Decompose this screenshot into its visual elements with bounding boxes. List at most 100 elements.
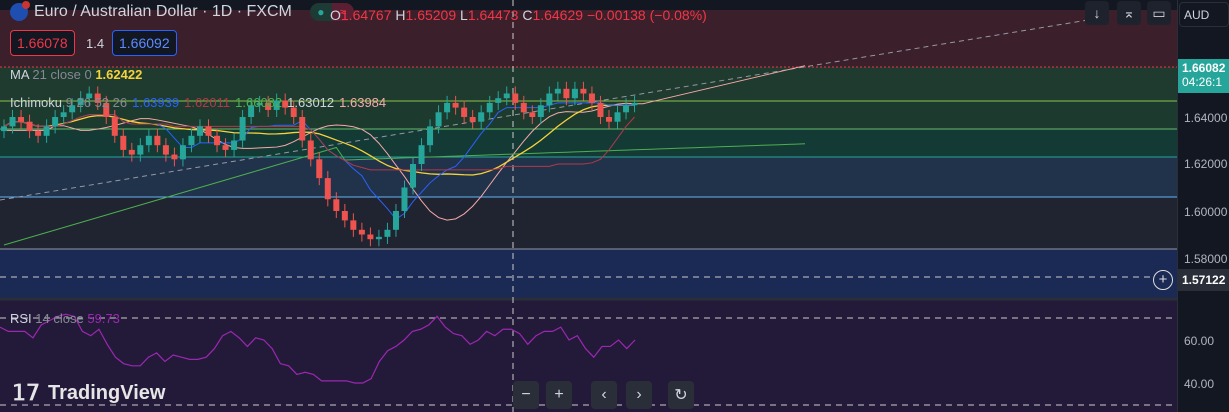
candle-body: [588, 93, 595, 103]
candle-body: [188, 135, 195, 146]
candle-body: [307, 140, 314, 160]
candle-body: [43, 126, 50, 136]
candle-body: [623, 105, 630, 113]
candle-body: [171, 154, 178, 160]
candle-body: [384, 229, 391, 237]
bar-countdown: 04:26:1: [1182, 75, 1223, 89]
ichimoku-legend[interactable]: Ichimoku 9 26 52 26 1.63939 1.62011 1.66082…: [10, 95, 386, 110]
ohlc-key: C: [522, 7, 533, 23]
reset-chart-button[interactable]: ↻: [668, 381, 694, 409]
candle-body: [546, 93, 553, 106]
candle-body: [367, 234, 374, 240]
ma-value: 1.62422: [95, 67, 143, 82]
zoom-out-button[interactable]: −: [513, 381, 539, 409]
candle-body: [145, 135, 152, 146]
ichimoku-value: 1.66082: [235, 95, 283, 110]
candle-body: [341, 211, 348, 221]
crosshair-price-label: 1.57122: [1178, 269, 1229, 291]
candle-body: [18, 117, 25, 122]
candle-body: [410, 164, 417, 188]
candle-body: [418, 145, 425, 164]
candle-body: [333, 199, 340, 211]
candle-body: [120, 135, 127, 150]
zone-band: [0, 249, 1177, 298]
rsi-value: 59.73: [87, 311, 120, 326]
ichimoku-value: 1.63984: [339, 95, 387, 110]
ohlc-values: O1.64767 H1.65209 L1.64473 C1.64629 −0.0…: [330, 7, 707, 23]
ohlc-key: H: [395, 7, 406, 23]
collapse-button[interactable]: ⌅: [1117, 1, 1141, 25]
scroll-down-button[interactable]: ↓: [1085, 1, 1109, 25]
ohlc-key: L: [460, 7, 468, 23]
ichimoku-value: 1.63939: [132, 95, 180, 110]
ichimoku-value: 1.62011: [184, 95, 231, 110]
last-price-label: 1.66082 04:26:1: [1178, 59, 1229, 93]
rsi-name: RSI: [10, 311, 32, 326]
ohlc-value: 1.64629: [532, 7, 584, 23]
candle-body: [375, 236, 382, 240]
price-tick: 1.60000: [1184, 205, 1228, 219]
candle-body: [537, 105, 544, 117]
ichimoku-params: 9 26 52 26: [65, 95, 128, 110]
zone-band: [0, 197, 1177, 249]
candle-body: [60, 112, 67, 117]
zoom-in-button[interactable]: +: [546, 381, 572, 409]
symbol-name: Euro / Australian Dollar · 1D · FXCM: [34, 3, 292, 20]
candle-body: [444, 102, 451, 113]
ohlc-value: 1.64767: [340, 7, 392, 23]
candle-body: [529, 112, 536, 117]
buy-button[interactable]: 1.66092: [112, 30, 177, 56]
last-price: 1.66082: [1182, 61, 1226, 75]
candle-body: [128, 149, 135, 155]
currency-selector[interactable]: AUD: [1179, 2, 1229, 27]
candle-body: [478, 112, 485, 122]
candle-body: [231, 140, 238, 150]
candle-body: [222, 145, 229, 150]
candle-body: [614, 112, 621, 122]
scroll-right-button[interactable]: ›: [626, 381, 652, 409]
add-alert-plus-icon[interactable]: +: [1153, 270, 1173, 290]
candle-body: [358, 229, 365, 235]
candle-body: [503, 93, 510, 99]
candle-body: [605, 117, 612, 122]
price-tick: 1.64000: [1184, 111, 1228, 125]
candle-body: [205, 126, 212, 136]
rsi-legend[interactable]: RSI 14 close 59.73: [10, 311, 120, 326]
price-chart[interactable]: [0, 0, 1177, 412]
candle-body: [597, 102, 604, 117]
candle-body: [452, 102, 459, 108]
market-open-dot-icon: ●: [309, 3, 332, 21]
ohlc-value: 1.65209: [405, 7, 457, 23]
candle-body: [179, 145, 186, 160]
price-tick: 1.62000: [1184, 157, 1228, 171]
candle-body: [631, 102, 638, 106]
candle-body: [239, 117, 246, 141]
tv-logo-icon: 𝟣𝟩: [12, 380, 40, 405]
ma-name: MA: [10, 67, 29, 82]
tradingview-logo[interactable]: 𝟣𝟩 TradingView: [12, 380, 165, 406]
candle-body: [461, 107, 468, 117]
ichimoku-value: 1.63012: [287, 95, 335, 110]
candle-body: [9, 117, 16, 127]
candle-body: [1, 126, 7, 132]
ohlc-value: 1.64473: [467, 7, 519, 23]
candle-body: [35, 131, 42, 136]
candle-body: [316, 159, 323, 179]
candle-body: [571, 88, 578, 99]
symbol-flag-icon: [10, 1, 30, 21]
scroll-left-button[interactable]: ‹: [591, 381, 617, 409]
sell-button[interactable]: 1.66078: [10, 30, 75, 56]
fullscreen-button[interactable]: ▭: [1147, 1, 1171, 25]
candle-body: [196, 126, 203, 136]
rsi-params: 14 close: [35, 311, 84, 326]
candle-body: [486, 102, 493, 113]
candle-body: [324, 178, 331, 200]
symbol-title[interactable]: Euro / Australian Dollar · 1D · FXCM ● ≈: [10, 1, 354, 21]
ohlc-key: O: [330, 7, 341, 23]
candle-body: [392, 211, 399, 230]
ichimoku-name: Ichimoku: [10, 95, 63, 110]
ma-legend[interactable]: MA 21 close 0 1.62422: [10, 67, 142, 82]
zone-band: [0, 129, 1177, 157]
spread: 1.4: [86, 36, 105, 51]
ma-params: 21 close 0: [32, 67, 92, 82]
